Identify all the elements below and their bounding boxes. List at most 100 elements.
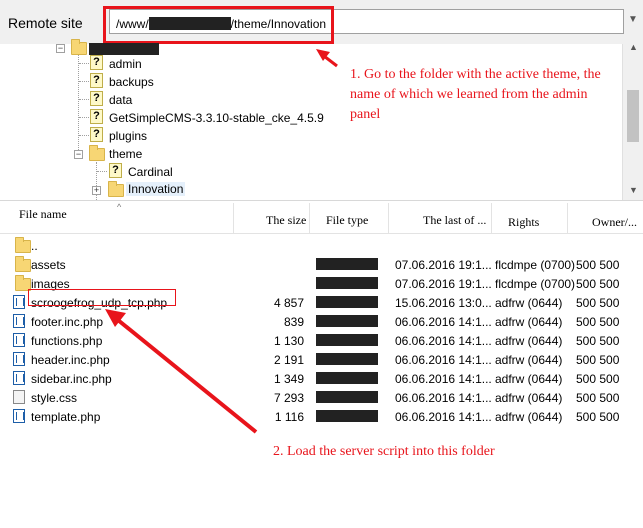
php-file-icon xyxy=(13,352,25,366)
file-rights: flcdmpe (0700) xyxy=(495,258,576,272)
highlight-path-box xyxy=(103,6,334,44)
file-size: 2 191 xyxy=(273,353,304,367)
redacted-file-type xyxy=(316,410,378,422)
folder-icon xyxy=(15,256,31,272)
column-header-size[interactable]: The size xyxy=(234,203,310,233)
file-modified: 06.06.2016 14:1... xyxy=(395,315,492,329)
collapse-icon[interactable]: − xyxy=(74,150,83,159)
php-file-icon xyxy=(13,333,25,347)
column-size-label: The size xyxy=(266,213,307,227)
tree-item-admin[interactable]: admin xyxy=(109,57,142,71)
php-file-icon xyxy=(13,295,25,309)
file-modified: 07.06.2016 19:1... xyxy=(395,258,492,272)
redacted-file-type xyxy=(316,277,378,289)
table-row[interactable]: .. xyxy=(0,236,643,255)
file-rights: adfrw (0644) xyxy=(495,334,563,348)
file-size: 1 116 xyxy=(274,410,304,424)
file-owner: 500 500 xyxy=(576,277,620,291)
redacted-file-type xyxy=(316,258,378,270)
tree-guide xyxy=(97,171,107,172)
unknown-folder-icon: ? xyxy=(90,91,103,106)
chevron-down-icon[interactable]: ▼ xyxy=(628,14,638,25)
file-modified: 06.06.2016 14:1... xyxy=(395,391,492,405)
expand-icon[interactable]: + xyxy=(92,186,101,195)
file-owner: 500 500 xyxy=(576,410,620,424)
file-owner: 500 500 xyxy=(576,258,620,272)
file-modified: 06.06.2016 14:1... xyxy=(395,372,492,386)
collapse-icon[interactable]: − xyxy=(56,44,65,53)
table-row[interactable]: template.php 1 116 06.06.2016 14:1... adfrw… xyxy=(0,407,643,426)
tree-guide xyxy=(79,81,89,82)
file-name: header.inc.php xyxy=(31,353,110,367)
file-name: sidebar.inc.php xyxy=(31,372,112,386)
tree-item-backups[interactable]: backups xyxy=(109,75,154,89)
file-owner: 500 500 xyxy=(576,296,620,310)
tree-item-theme[interactable]: theme xyxy=(109,147,142,161)
tree-item-plugins[interactable]: plugins xyxy=(109,129,147,143)
tree-item-cardinal[interactable]: Cardinal xyxy=(128,165,173,179)
folder-open-icon xyxy=(108,181,124,197)
file-rights: adfrw (0644) xyxy=(495,410,563,424)
tree-guide xyxy=(79,63,89,64)
tree-guide xyxy=(79,135,89,136)
column-rights-label: Rights xyxy=(508,215,540,229)
file-name: template.php xyxy=(31,410,101,424)
redacted-file-type xyxy=(316,296,378,308)
file-owner: 500 500 xyxy=(576,315,620,329)
file-rights: adfrw (0644) xyxy=(495,391,563,405)
tree-guide xyxy=(79,99,89,100)
file-modified: 06.06.2016 14:1... xyxy=(395,410,492,424)
file-owner: 500 500 xyxy=(576,334,620,348)
php-file-icon xyxy=(13,314,25,328)
css-file-icon xyxy=(13,390,25,404)
scroll-up-icon[interactable]: ▲ xyxy=(629,42,638,52)
column-header-rights[interactable]: Rights xyxy=(492,203,568,233)
folder-icon xyxy=(71,39,87,55)
tree-item-data[interactable]: data xyxy=(109,93,132,107)
column-type-label: File type xyxy=(326,213,369,227)
table-row[interactable]: header.inc.php 2 191 06.06.2016 14:1... adf… xyxy=(0,350,643,369)
file-name: .. xyxy=(31,239,38,253)
table-row[interactable]: sidebar.inc.php 1 349 06.06.2016 14:1... ad… xyxy=(0,369,643,388)
php-file-icon xyxy=(13,371,25,385)
tree-item-innovation[interactable]: Innovation xyxy=(126,182,186,196)
remote-site-label: Remote site xyxy=(8,15,83,31)
file-rights: adfrw (0644) xyxy=(495,296,563,310)
file-modified: 06.06.2016 14:1... xyxy=(395,353,492,367)
column-header-modified[interactable]: The last of ... xyxy=(389,203,492,233)
scroll-thumb[interactable] xyxy=(627,90,639,142)
php-file-icon xyxy=(13,409,25,423)
file-size: 839 xyxy=(283,315,304,329)
table-row[interactable]: style.css 7 293 06.06.2016 14:1... adfrw (0… xyxy=(0,388,643,407)
file-modified: 06.06.2016 14:1... xyxy=(395,334,492,348)
unknown-folder-icon: ? xyxy=(90,55,103,70)
tree-scrollbar[interactable]: ▲ ▼ xyxy=(622,42,643,200)
file-size: 1 349 xyxy=(273,372,304,386)
file-name: assets xyxy=(31,258,66,272)
column-header-type[interactable]: File type xyxy=(310,203,389,233)
folder-icon xyxy=(89,145,105,161)
highlight-script-file xyxy=(28,289,176,306)
unknown-folder-icon: ? xyxy=(90,73,103,88)
file-owner: 500 500 xyxy=(576,391,620,405)
unknown-folder-icon: ? xyxy=(109,163,122,178)
file-name: style.css xyxy=(31,391,78,405)
file-owner: 500 500 xyxy=(576,372,620,386)
tree-item-getsimplecms[interactable]: GetSimpleCMS-3.3.10-stable_cke_4.5.9 xyxy=(109,111,324,125)
scroll-down-icon[interactable]: ▼ xyxy=(629,185,638,195)
table-row[interactable]: assets 07.06.2016 19:1... flcdmpe (0700) 50… xyxy=(0,255,643,274)
column-header-name[interactable]: File name ^ xyxy=(0,202,234,233)
file-rights: flcdmpe (0700) xyxy=(495,277,576,291)
annotation-step-2: 2. Load the server script into this fold… xyxy=(273,444,495,459)
file-size: 7 293 xyxy=(273,391,304,405)
table-row[interactable]: footer.inc.php 839 06.06.2016 14:1... adfrw… xyxy=(0,312,643,331)
remote-file-list: File name ^ The size File type The last … xyxy=(0,202,643,528)
column-header-owner[interactable]: Owner/... xyxy=(568,203,643,233)
unknown-folder-icon: ? xyxy=(90,127,103,142)
redacted-file-type xyxy=(316,372,378,384)
tree-guide xyxy=(79,117,89,118)
file-list-header: File name ^ The size File type The last … xyxy=(0,202,643,234)
table-row[interactable]: functions.php 1 130 06.06.2016 14:1... adfr… xyxy=(0,331,643,350)
redacted-file-type xyxy=(316,315,378,327)
file-modified: 07.06.2016 19:1... xyxy=(395,277,492,291)
